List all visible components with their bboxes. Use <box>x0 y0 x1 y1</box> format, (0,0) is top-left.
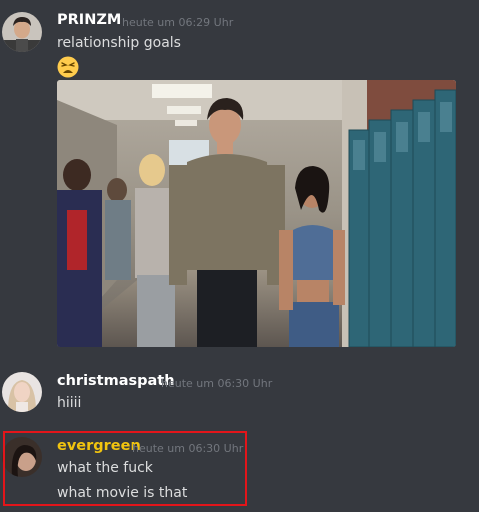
username[interactable]: christmaspath <box>57 373 175 389</box>
message-text: relationship goals <box>57 35 181 51</box>
message-text: hiiii <box>57 395 82 411</box>
tired-face-emoji <box>57 56 79 82</box>
timestamp: heute um 06:29 Uhr <box>122 16 234 29</box>
highlight-box <box>3 431 247 506</box>
avatar[interactable] <box>2 12 42 52</box>
timestamp: heute um 06:30 Uhr <box>161 377 273 390</box>
username[interactable]: PRINZM <box>57 12 121 28</box>
image-attachment[interactable] <box>57 80 456 347</box>
avatar[interactable] <box>2 372 42 412</box>
